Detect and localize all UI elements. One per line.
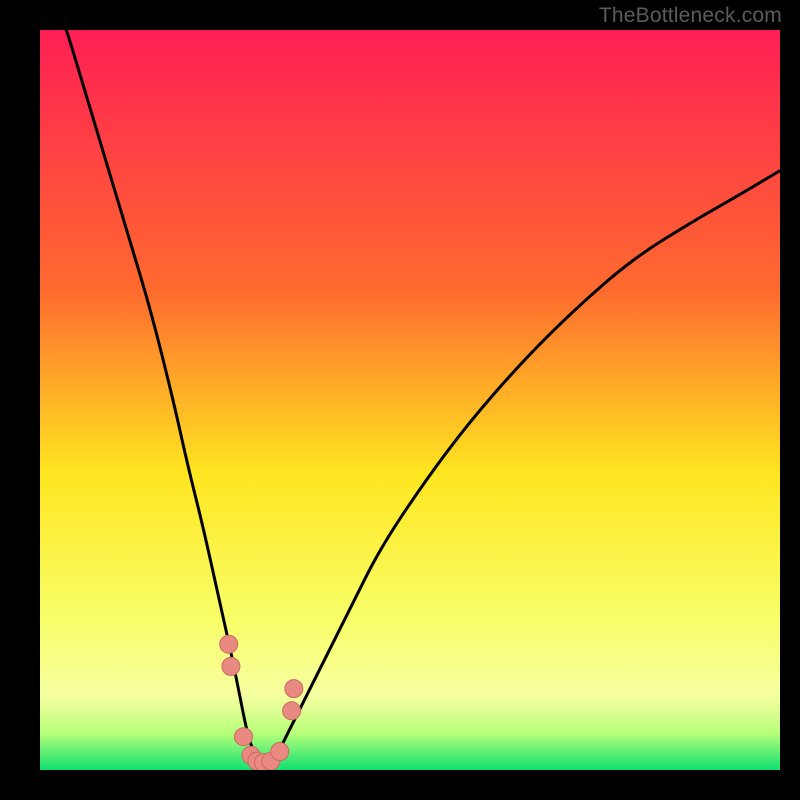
data-marker	[271, 743, 289, 761]
data-marker	[283, 702, 301, 720]
bottleneck-curve	[40, 30, 780, 770]
data-marker	[235, 728, 253, 746]
attribution-text: TheBottleneck.com	[599, 4, 782, 28]
data-marker	[220, 635, 238, 653]
data-marker	[285, 680, 303, 698]
data-marker	[222, 657, 240, 675]
chart-frame: TheBottleneck.com	[0, 0, 800, 800]
plot-area	[40, 30, 780, 770]
